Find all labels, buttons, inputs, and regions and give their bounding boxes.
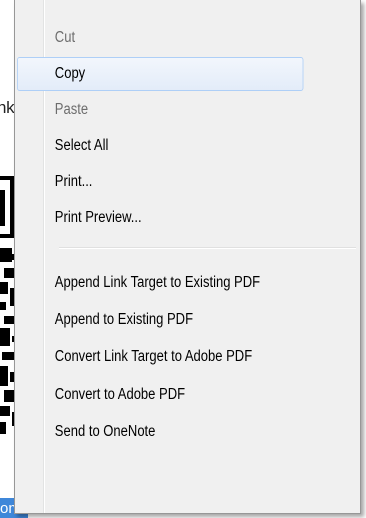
menu-item-copy[interactable]: Copy — [17, 57, 304, 91]
menu-item-convert-adobe-pdf[interactable]: Convert to Adobe PDF — [17, 378, 303, 412]
menu-item-send-to-onenote[interactable]: Send to OneNote — [17, 415, 303, 449]
menu-item-select-all[interactable]: Select All — [17, 129, 303, 163]
menu-item-paste[interactable]: Paste — [17, 93, 303, 127]
menu-item-convert-link-target-pdf[interactable]: Convert Link Target to Adobe PDF — [17, 340, 303, 374]
background-link-text: nk — [0, 98, 15, 117]
menu-item-append-existing-pdf[interactable]: Append to Existing PDF — [17, 303, 303, 337]
context-menu: Cut Copy Paste Select All Print... Print… — [14, 0, 361, 514]
menu-item-append-link-target-pdf[interactable]: Append Link Target to Existing PDF — [17, 266, 303, 300]
menu-separator — [59, 247, 356, 249]
menu-item-print-preview[interactable]: Print Preview... — [17, 201, 303, 235]
menu-item-cut[interactable]: Cut — [17, 21, 303, 55]
menu-item-print[interactable]: Print... — [17, 165, 303, 199]
screen: nk om Cut Copy Paste Select All Print... — [0, 0, 366, 518]
